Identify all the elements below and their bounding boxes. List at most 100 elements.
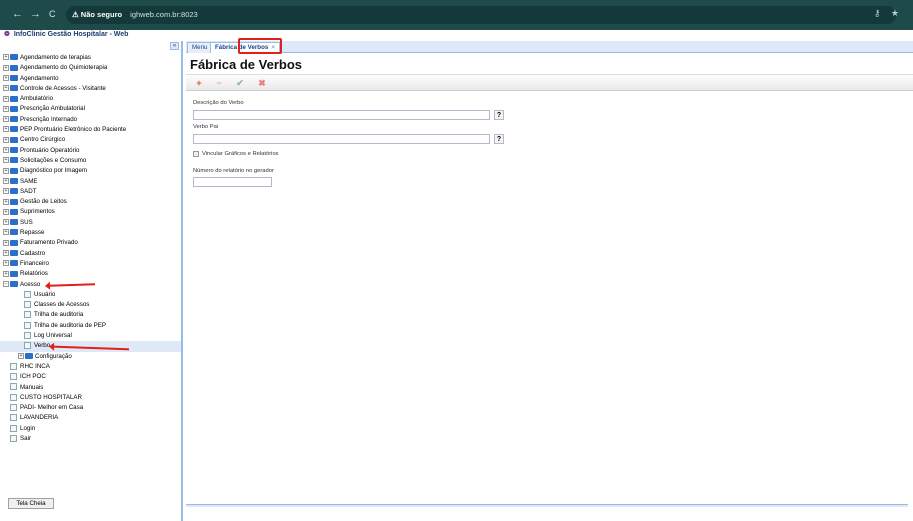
expand-icon[interactable]: +: [18, 352, 24, 359]
expand-icon[interactable]: +: [3, 229, 9, 236]
tree-item[interactable]: + Configuração: [0, 352, 181, 362]
tree-item-label: Usuário: [34, 290, 56, 298]
collapse-icon[interactable]: −: [3, 280, 9, 287]
tree-item[interactable]: Login: [0, 424, 181, 434]
tree-item[interactable]: LAVANDERIA: [0, 413, 181, 423]
tree-item[interactable]: RHC INCA: [0, 362, 181, 372]
tree-item[interactable]: + Gestão de Leitos: [0, 197, 181, 207]
expand-icon[interactable]: +: [3, 54, 9, 61]
tree-item-label: Login: [20, 424, 36, 432]
page-icon: [24, 321, 31, 329]
link-reports-checkbox[interactable]: [193, 151, 199, 157]
tab-menu[interactable]: Menu: [187, 42, 213, 53]
remove-button[interactable]: −: [213, 78, 225, 89]
tree-item[interactable]: + SADT: [0, 187, 181, 197]
tree-item[interactable]: + Controle de Acessos - Visitante: [0, 84, 181, 94]
url-text: ighweb.com.br:8023: [130, 10, 198, 19]
key-icon[interactable]: ⚷: [874, 8, 881, 18]
fullscreen-button[interactable]: Tela Cheia: [8, 498, 54, 509]
expand-icon[interactable]: +: [3, 157, 9, 164]
tree-item-label: Prontuário Operatório: [20, 146, 80, 154]
cancel-button[interactable]: ✖: [256, 78, 268, 89]
security-warning[interactable]: ⚠ Não seguro: [72, 10, 122, 19]
expand-icon[interactable]: +: [3, 188, 9, 195]
expand-icon[interactable]: +: [3, 136, 9, 143]
tree-item[interactable]: + Faturamento Privado: [0, 238, 181, 248]
tree-item[interactable]: + Centro Cirúrgico: [0, 135, 181, 145]
tree-item[interactable]: + Relatórios: [0, 269, 181, 279]
tree-item[interactable]: + Prescrição Ambulatorial: [0, 104, 181, 114]
tree-item[interactable]: + Agendamento: [0, 74, 181, 84]
tree-item[interactable]: + Repasse: [0, 228, 181, 238]
tree-item[interactable]: + SUS: [0, 218, 181, 228]
add-button[interactable]: +: [193, 78, 205, 89]
expand-icon[interactable]: +: [3, 95, 9, 102]
tree-item[interactable]: CUSTO HOSPITALAR: [0, 393, 181, 403]
folder-icon: [10, 219, 18, 226]
generator-report-input[interactable]: [193, 177, 272, 187]
tree-item[interactable]: + Diagnóstico por Imagem: [0, 166, 181, 176]
tree-item[interactable]: + Prescrição Internado: [0, 115, 181, 125]
page-icon: [24, 300, 31, 308]
expand-icon[interactable]: +: [3, 270, 9, 277]
parent-verb-help-button[interactable]: ?: [494, 134, 504, 144]
tree-item[interactable]: + PEP Prontuário Eletrônico do Paciente: [0, 125, 181, 135]
expand-icon[interactable]: +: [3, 116, 9, 123]
app-title: InfoClinic Gestão Hospitalar - Web: [13, 31, 129, 38]
expand-icon[interactable]: +: [3, 260, 9, 267]
forward-icon[interactable]: →: [30, 8, 41, 20]
tree-item[interactable]: + Prontuário Operatório: [0, 146, 181, 156]
tree-item[interactable]: Manuais: [0, 383, 181, 393]
expand-icon[interactable]: +: [3, 239, 9, 246]
tree-item[interactable]: ICH POC: [0, 372, 181, 382]
parent-verb-input[interactable]: [193, 134, 490, 144]
tree-item[interactable]: Trilha de auditoria de PEP: [0, 321, 181, 331]
expand-icon[interactable]: +: [3, 208, 9, 215]
status-bar: [186, 504, 908, 507]
tree-item[interactable]: PADI- Melhor em Casa: [0, 403, 181, 413]
folder-icon: [10, 250, 18, 256]
expand-icon[interactable]: +: [3, 219, 9, 226]
address-bar[interactable]: ⚠ Não seguro ighweb.com.br:8023: [66, 6, 896, 24]
expand-icon[interactable]: +: [3, 147, 9, 154]
tree-item[interactable]: + Cadastro: [0, 249, 181, 259]
tree-item[interactable]: + Financeiro: [0, 259, 181, 269]
save-button[interactable]: ✔: [234, 78, 246, 89]
expand-icon[interactable]: +: [3, 85, 9, 92]
expand-icon[interactable]: +: [3, 105, 9, 112]
tree-item-label: Manuais: [20, 383, 44, 391]
tree-item-label: RHC INCA: [20, 362, 50, 370]
back-icon[interactable]: ←: [12, 8, 23, 20]
tree-item[interactable]: Sair: [0, 434, 181, 444]
tree-item[interactable]: + SAME: [0, 177, 181, 187]
annotation-highlight-box: [238, 38, 282, 54]
expand-icon[interactable]: +: [3, 177, 9, 184]
folder-icon: [10, 229, 18, 236]
reload-icon[interactable]: C: [49, 9, 56, 19]
tree-item-label: Verbo: [34, 342, 51, 350]
tree-item[interactable]: + Solicitações e Consumo: [0, 156, 181, 166]
expand-icon[interactable]: +: [3, 250, 9, 256]
verb-description-input[interactable]: [193, 110, 490, 120]
tree-item-label: Log Universal: [34, 332, 72, 340]
tree-item[interactable]: Trilha de auditoria: [0, 310, 181, 320]
verb-description-help-button[interactable]: ?: [494, 110, 504, 120]
app-title-bar: ❁ InfoClinic Gestão Hospitalar - Web: [0, 30, 913, 40]
tree-item[interactable]: + Suprimentos: [0, 207, 181, 217]
folder-icon: [10, 64, 18, 71]
expand-icon[interactable]: +: [3, 126, 9, 133]
expand-icon[interactable]: +: [3, 74, 9, 81]
tree-item[interactable]: + Ambulatório: [0, 94, 181, 104]
tree-item-label: Prescrição Internado: [20, 115, 78, 123]
tree-item[interactable]: Log Universal: [0, 331, 181, 341]
collapse-sidebar-button[interactable]: «: [170, 42, 179, 50]
expand-icon[interactable]: +: [3, 198, 9, 205]
tree-item[interactable]: Usuário: [0, 290, 181, 300]
expand-icon[interactable]: +: [3, 167, 9, 174]
tree-item[interactable]: Classes de Acessos: [0, 300, 181, 310]
tree-item[interactable]: + Agendamento do Quimioterapia: [0, 63, 181, 73]
tree-item[interactable]: + Agendamento de terapias: [0, 53, 181, 63]
bookmark-star-icon[interactable]: ★: [891, 8, 899, 18]
expand-icon[interactable]: +: [3, 64, 9, 71]
page-title: Fábrica de Verbos: [190, 57, 302, 72]
